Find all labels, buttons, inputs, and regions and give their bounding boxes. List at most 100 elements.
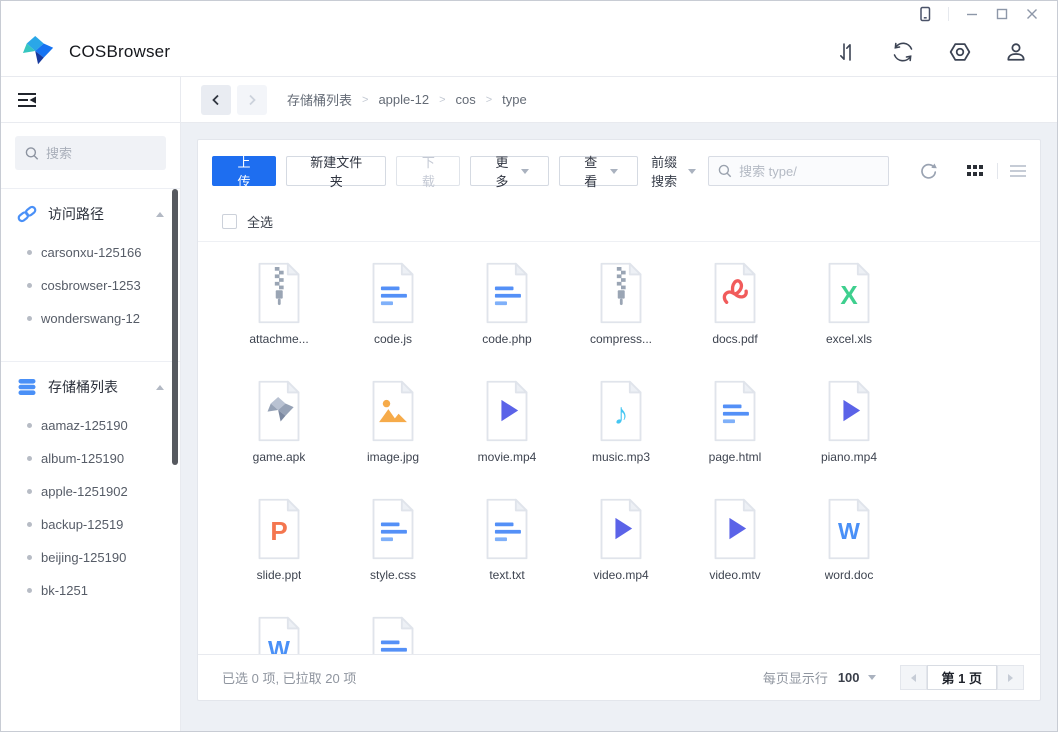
- back-button[interactable]: [201, 85, 231, 115]
- file-item[interactable]: 中文.txt: [336, 616, 450, 654]
- device-icon[interactable]: [910, 3, 940, 25]
- file-item[interactable]: movie.mp4: [450, 380, 564, 498]
- sidebar-scrollbar[interactable]: [172, 189, 178, 465]
- object-list-card: 上传 新建文件夹 下载 更多 查看 前缀搜索: [197, 139, 1041, 701]
- card-footer: 已选 0 项, 已拉取 20 项 每页显示行 100 第 1 页: [198, 654, 1040, 700]
- file-item[interactable]: code.js: [336, 262, 450, 380]
- new-folder-button[interactable]: 新建文件夹: [286, 156, 386, 186]
- file-item[interactable]: code.php: [450, 262, 564, 380]
- file-item[interactable]: docs.pdf: [678, 262, 792, 380]
- file-item[interactable]: ♪ music.mp3: [564, 380, 678, 498]
- sidebar-item[interactable]: carsonxu-125166: [1, 236, 180, 269]
- file-item[interactable]: Xexcel.xls: [792, 262, 906, 380]
- caret-down-icon: [521, 169, 529, 174]
- section-header-access-paths[interactable]: 访问路径: [1, 189, 180, 234]
- file-item[interactable]: video.mtv: [678, 498, 792, 616]
- breadcrumb-item[interactable]: apple-12: [378, 92, 429, 107]
- refresh-icon[interactable]: [919, 162, 938, 181]
- file-item[interactable]: piano.mp4: [792, 380, 906, 498]
- sync-icon[interactable]: [891, 40, 915, 64]
- grid-view-icon[interactable]: [967, 164, 985, 178]
- bullet-icon: [27, 316, 32, 321]
- file-name: piano.mp4: [821, 450, 877, 464]
- per-page-dropdown[interactable]: 100: [838, 670, 876, 685]
- sidebar-item[interactable]: backup-12519: [1, 508, 180, 541]
- file-doc-icon: W: [823, 498, 875, 560]
- file-name: image.jpg: [367, 450, 419, 464]
- download-button[interactable]: 下载: [396, 156, 460, 186]
- object-search-input[interactable]: [739, 164, 879, 179]
- upload-button[interactable]: 上传: [212, 156, 276, 186]
- svg-text:W: W: [838, 518, 860, 544]
- more-dropdown-button[interactable]: 更多: [470, 156, 549, 186]
- minimize-button[interactable]: [957, 3, 987, 25]
- breadcrumb-separator-icon: >: [439, 94, 445, 106]
- section-access-paths: 访问路径 carsonxu-125166cosbrowser-1253wonde…: [1, 188, 180, 347]
- next-page-icon: [1008, 674, 1013, 682]
- file-item[interactable]: attachme...: [222, 262, 336, 380]
- sidebar-item-label: bk-1251: [41, 583, 88, 598]
- forward-button[interactable]: [237, 85, 267, 115]
- section-header-bucket-list[interactable]: 存储桶列表: [1, 362, 180, 407]
- sidebar-item[interactable]: beijing-125190: [1, 541, 180, 574]
- file-name: code.php: [482, 332, 531, 346]
- account-user-icon[interactable]: [1005, 41, 1027, 63]
- file-pdf-icon: [709, 262, 761, 324]
- file-name: page.html: [709, 450, 762, 464]
- sidebar-item[interactable]: bk-1251: [1, 574, 180, 607]
- settings-gear-icon[interactable]: [949, 41, 971, 63]
- file-item[interactable]: Pslide.ppt: [222, 498, 336, 616]
- pager: 第 1 页: [900, 665, 1024, 690]
- file-grid: attachme... code.js code.php compress...doc…: [198, 242, 1040, 654]
- file-item[interactable]: Wword.rtf: [222, 616, 336, 654]
- bullet-icon: [27, 250, 32, 255]
- close-button[interactable]: [1017, 3, 1047, 25]
- bullet-icon: [27, 588, 32, 593]
- file-name: code.js: [374, 332, 412, 346]
- file-item[interactable]: page.html: [678, 380, 792, 498]
- access-path-list: carsonxu-125166cosbrowser-1253wonderswan…: [1, 234, 180, 347]
- list-view-icon[interactable]: [1010, 164, 1026, 178]
- prev-page-icon: [911, 674, 916, 682]
- file-lines-icon: [481, 498, 533, 560]
- sidebar-item[interactable]: wonderswang-12: [1, 302, 180, 335]
- transfer-list-icon[interactable]: [837, 41, 857, 63]
- prefix-search-dropdown[interactable]: 前缀搜索: [648, 152, 696, 190]
- file-item[interactable]: video.mp4: [564, 498, 678, 616]
- file-name: music.mp3: [592, 450, 650, 464]
- svg-text:W: W: [268, 636, 290, 654]
- file-play-icon: [481, 380, 533, 442]
- file-item[interactable]: text.txt: [450, 498, 564, 616]
- file-name: word.doc: [825, 568, 874, 582]
- breadcrumb-item[interactable]: 存储桶列表: [287, 90, 352, 109]
- select-all-checkbox[interactable]: [222, 214, 237, 229]
- maximize-button[interactable]: [987, 3, 1017, 25]
- file-ppt-icon: P: [253, 498, 305, 560]
- file-item[interactable]: Wword.doc: [792, 498, 906, 616]
- file-item[interactable]: compress...: [564, 262, 678, 380]
- sidebar-search-input[interactable]: [46, 146, 156, 161]
- breadcrumb-item[interactable]: type: [502, 92, 527, 107]
- svg-text:♪: ♪: [614, 398, 629, 431]
- sidebar-item[interactable]: aamaz-125190: [1, 409, 180, 442]
- file-lines-icon: [481, 262, 533, 324]
- collapse-sidebar-icon[interactable]: [17, 92, 37, 108]
- sidebar-item[interactable]: album-125190: [1, 442, 180, 475]
- select-all-label: 全选: [247, 212, 273, 231]
- bullet-icon: [27, 423, 32, 428]
- file-apk-icon: [253, 380, 305, 442]
- caret-down-icon: [610, 169, 618, 174]
- view-dropdown-button[interactable]: 查看: [559, 156, 638, 186]
- toolbar-right: 前缀搜索: [648, 152, 1026, 190]
- chevron-up-icon: [156, 385, 164, 390]
- file-item[interactable]: style.css: [336, 498, 450, 616]
- next-page-button[interactable]: [997, 665, 1024, 690]
- breadcrumb-item[interactable]: cos: [456, 92, 476, 107]
- file-item[interactable]: game.apk: [222, 380, 336, 498]
- per-page-label: 每页显示行: [763, 668, 828, 687]
- sidebar-item[interactable]: apple-1251902: [1, 475, 180, 508]
- file-item[interactable]: image.jpg: [336, 380, 450, 498]
- app-title: COSBrowser: [69, 42, 170, 62]
- prev-page-button[interactable]: [900, 665, 927, 690]
- sidebar-item[interactable]: cosbrowser-1253: [1, 269, 180, 302]
